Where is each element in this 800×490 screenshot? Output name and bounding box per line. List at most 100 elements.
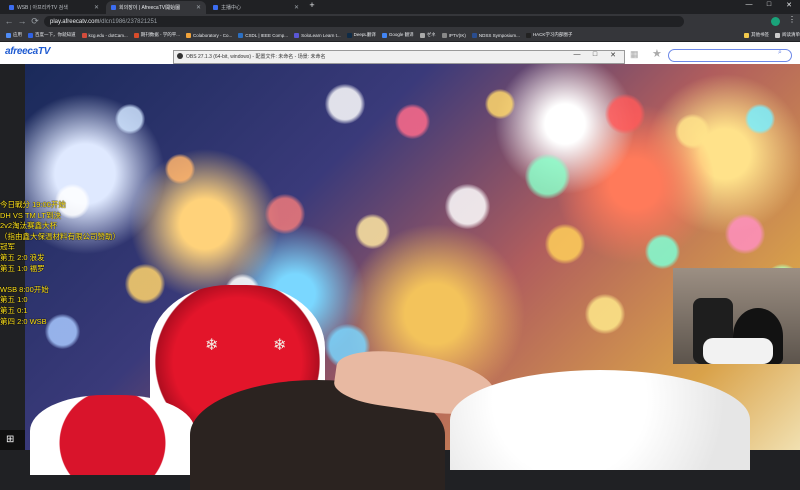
bookmark-label: HACK学习内部圈子: [532, 32, 573, 37]
bookmark-favicon-icon: [419, 32, 425, 38]
bokeh-light: [645, 234, 680, 269]
overlay-line: 第五 0:1: [0, 305, 28, 315]
forward-button[interactable]: →: [16, 15, 28, 28]
bookmark-label: Google 翻译: [388, 32, 414, 37]
bookmark-favicon-icon: [471, 32, 477, 38]
tab-favicon-icon: [9, 5, 14, 10]
bookmark-item[interactable]: 百度一下，你就知道: [28, 32, 76, 38]
new-tab-button[interactable]: +: [305, 0, 319, 10]
bookmark-item[interactable]: 应用: [6, 32, 22, 38]
bookmark-favicon-icon: [775, 32, 780, 38]
bookmark-favicon-icon: [381, 32, 387, 38]
snowflake-icon: ❄: [273, 337, 287, 354]
search-icon[interactable]: ⌕: [778, 49, 782, 57]
bookmark-label: NDSS Symposium...: [478, 32, 520, 38]
bookmark-label: 其他书签: [751, 32, 769, 37]
bookmark-label: IPTV(IK): [448, 32, 466, 38]
bookmark-item[interactable]: 期刊数据 - 学的平...: [133, 32, 181, 38]
bokeh-light: [675, 114, 710, 149]
overlay-line: [0, 274, 140, 285]
overlay-line: （指由鑫大保温材料有限公司赞助）: [0, 231, 120, 241]
close-icon[interactable]: ✕: [196, 4, 201, 11]
bookmark-item[interactable]: ゼネ: [419, 32, 436, 38]
bookmark-item[interactable]: NDSS Symposium...: [471, 32, 520, 38]
bookmark-label: DeepL翻译: [353, 32, 376, 37]
bookmark-favicon-icon: [81, 32, 87, 38]
bokeh-light: [485, 89, 515, 119]
bookmark-label: 应用: [13, 32, 22, 37]
address-bar[interactable]: play.afreecatv.com /dlcn1986/237821251: [44, 16, 684, 27]
bookmark-item[interactable]: IPTV(IK): [441, 32, 466, 38]
close-icon[interactable]: ✕: [94, 4, 99, 11]
bokeh-light: [745, 104, 775, 134]
bookmark-item[interactable]: HACK学习内部圈子: [525, 32, 573, 38]
window-close-button[interactable]: ✕: [782, 1, 796, 9]
bookmark-label: 期刊数据 - 学的平...: [140, 32, 181, 37]
bookmark-item[interactable]: Colaboratory - Co...: [186, 32, 233, 38]
bookmark-item[interactable]: kcg.edu - dotCam...: [81, 32, 128, 38]
profile-avatar[interactable]: [771, 17, 780, 26]
webcam-overlay: [673, 268, 800, 364]
close-icon[interactable]: ✕: [294, 4, 299, 11]
bookmark-label: 百度一下，你就知道: [35, 32, 76, 37]
menu-icon[interactable]: ⋮: [788, 15, 796, 24]
bokeh-light: [605, 94, 645, 134]
bookmarks-bar: 应用 百度一下，你就知道 kcg.edu - dotCam... 期刊数据 - 学的平…: [0, 29, 800, 42]
overlay-line: 冠军: [0, 242, 15, 252]
bookmark-label: CSDL | IEEE Comp...: [245, 32, 289, 38]
overlay-line: DH VS TM LT到決: [0, 210, 61, 220]
obs-maximize-button[interactable]: □: [586, 51, 604, 58]
bokeh-light: [395, 104, 430, 139]
snowflake-icon: ❄: [205, 337, 219, 354]
bookmark-label: Colaboratory - Co...: [193, 32, 233, 38]
tab-label: WSB | 아프리카TV 검색: [17, 5, 68, 11]
back-button[interactable]: ←: [3, 15, 15, 28]
bookmark-favicon-icon: [294, 32, 300, 38]
overlay-line: 第四 2:0 WSB: [0, 316, 47, 326]
bookmark-item[interactable]: DeepL翻译: [346, 32, 376, 38]
bookmark-label: SoloLearn Learn t...: [301, 32, 341, 38]
bokeh-light: [265, 194, 305, 234]
overlay-line: 今日戰分 19:00开始: [0, 200, 66, 209]
bookmark-favicon-icon: [238, 32, 244, 38]
bookmark-favicon-icon: [186, 32, 192, 38]
tab-favicon-icon: [213, 5, 218, 10]
white-fur: [450, 370, 750, 470]
window-minimize-button[interactable]: —: [742, 1, 756, 8]
bokeh-light: [325, 84, 365, 124]
bookmark-item[interactable]: SoloLearn Learn t...: [294, 32, 341, 38]
star-icon[interactable]: ★: [652, 47, 662, 60]
person-shirt: [703, 338, 773, 364]
bookmark-label: kcg.edu - dotCam...: [88, 32, 128, 38]
windows-start-icon[interactable]: ⊞: [6, 434, 14, 445]
site-search-input[interactable]: [668, 49, 792, 62]
bokeh-light: [585, 294, 625, 334]
bokeh-light: [545, 224, 585, 264]
bookmark-label: 阅读清单: [782, 32, 800, 37]
reload-button[interactable]: ⟳: [29, 15, 41, 28]
bokeh-light: [525, 154, 570, 199]
obs-minimize-button[interactable]: —: [568, 51, 586, 58]
bookmark-favicon-icon: [744, 32, 749, 38]
bookmark-favicon-icon: [346, 32, 352, 38]
url-path: /dlcn1986/237821251: [99, 18, 158, 25]
bookmark-item[interactable]: 其他书签: [744, 32, 769, 38]
bokeh-light: [445, 184, 490, 229]
overlay-line: WSB 8:00开始: [0, 284, 49, 294]
site-logo[interactable]: afreecaTV: [5, 46, 50, 57]
grid-icon[interactable]: ▦: [630, 49, 642, 59]
bookmark-favicon-icon: [28, 32, 33, 38]
window-maximize-button[interactable]: □: [762, 1, 776, 8]
bookmark-item[interactable]: 阅读清单: [775, 32, 800, 38]
bokeh-light: [165, 154, 195, 184]
bookmark-item[interactable]: Google 翻译: [381, 32, 414, 38]
red-hat-ear: [30, 395, 195, 475]
tab-search[interactable]: WSB | 아프리카TV 검색 ✕: [4, 1, 104, 14]
obs-close-button[interactable]: ✕: [604, 51, 622, 59]
tab-live-stream[interactable]: 회의장이 | AfreecaTV開始圖 ✕: [106, 1, 206, 14]
bookmark-favicon-icon: [133, 32, 139, 38]
tab-streamer-center[interactable]: 主播中心 ✕: [208, 1, 304, 14]
obs-window-title: OBS 27.1.3 (64-bit, windows) - 配置文件: 未命名…: [186, 54, 326, 60]
tab-favicon-icon: [111, 5, 116, 10]
bookmark-item[interactable]: CSDL | IEEE Comp...: [238, 32, 289, 38]
